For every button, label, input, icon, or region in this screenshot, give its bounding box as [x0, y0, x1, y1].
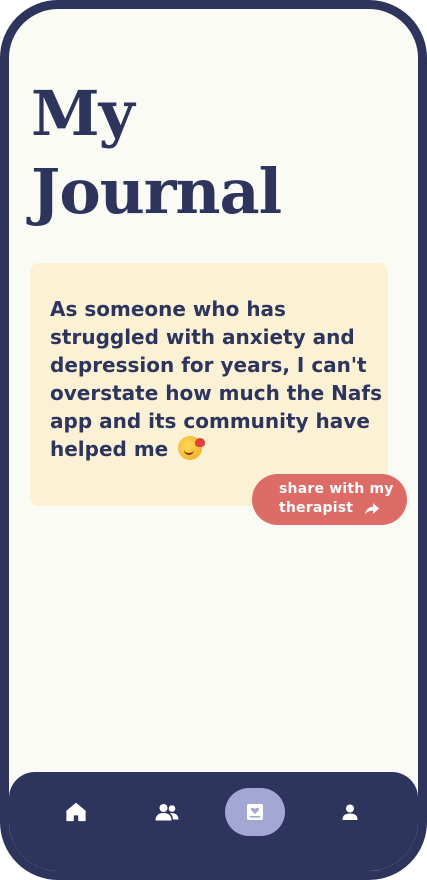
phone-frame: My Journal As someone who has struggled w…: [0, 0, 427, 880]
share-button-label-line2: therapist: [279, 500, 354, 516]
nav-item-community[interactable]: [137, 788, 197, 836]
person-icon: [342, 804, 358, 820]
people-icon: [155, 804, 179, 821]
share-button-label-line1: share with my: [279, 481, 394, 497]
share-arrow-icon: [365, 502, 380, 514]
journal-entry-text: As someone who has struggled with anxiet…: [50, 297, 382, 461]
nav-item-journal[interactable]: [225, 788, 285, 836]
page-title-line1: My: [31, 77, 135, 150]
share-button-line2: therapist: [279, 499, 407, 518]
home-icon: [66, 802, 86, 822]
bottom-nav-bar: [9, 772, 418, 871]
journal-entry-card[interactable]: As someone who has struggled with anxiet…: [30, 263, 388, 506]
nav-item-profile[interactable]: [320, 788, 380, 836]
smiling-face-with-hearts-icon: [178, 436, 206, 460]
page-title-line2: Journal: [31, 155, 282, 228]
share-with-therapist-button[interactable]: share with my therapist: [252, 474, 407, 525]
journal-entry-content: As someone who has struggled with anxiet…: [50, 295, 386, 463]
nav-item-home[interactable]: [46, 788, 106, 836]
page-title: My Journal: [31, 75, 371, 231]
journal-icon: [247, 804, 263, 820]
